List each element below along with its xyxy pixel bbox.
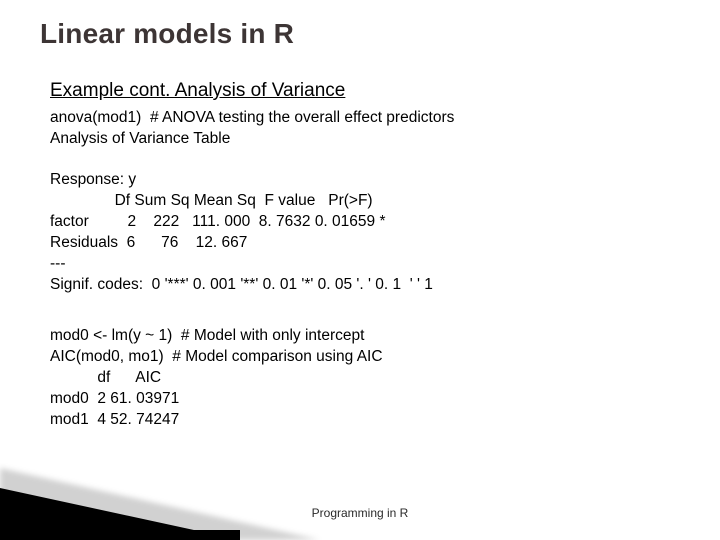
slide-title: Linear models in R	[40, 18, 294, 50]
slide-subtitle: Example cont. Analysis of Variance	[50, 80, 345, 102]
decorative-wedge	[0, 488, 240, 540]
code-block-aic-comparison: mod0 <- lm(y ~ 1) # Model with only inte…	[50, 326, 383, 431]
output-block-anova-table: Response: y Df Sum Sq Mean Sq F value Pr…	[50, 170, 433, 296]
slide: Linear models in R Example cont. Analysi…	[0, 0, 720, 540]
code-block-anova-call: anova(mod1) # ANOVA testing the overall …	[50, 108, 454, 150]
